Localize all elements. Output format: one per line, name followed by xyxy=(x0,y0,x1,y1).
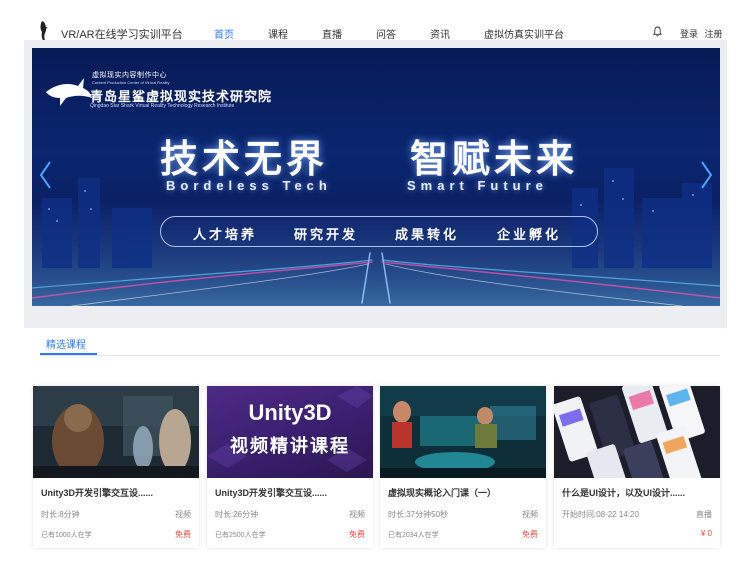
course-card[interactable]: Unity3D 视频精讲课程 Unity3D开发引擎交互设...... 时长:2… xyxy=(207,386,373,548)
nav-courses[interactable]: 课程 xyxy=(268,26,288,41)
bell-icon[interactable] xyxy=(653,26,662,37)
course-thumbnail xyxy=(33,386,199,478)
course-duration: 时长:37分钟50秒 xyxy=(388,510,449,519)
shark-brand-logo-icon xyxy=(46,78,92,106)
course-price: 免费 xyxy=(175,530,191,539)
auth-links: 登录 注册 xyxy=(680,27,727,40)
org-name-en: Qingdao Star Shark Virtual Reality Techn… xyxy=(90,103,235,109)
thumbnail-title: Unity3D xyxy=(248,400,332,425)
headline-right: 智赋未来 xyxy=(410,139,579,181)
register-link[interactable]: 注册 xyxy=(705,29,723,39)
subline-left: Bordeless Tech xyxy=(166,178,332,193)
hero-banner[interactable]: 虚拟现实内容制作中心 Content Production Center of … xyxy=(32,48,720,306)
course-learners: 已有2500人在学 xyxy=(215,532,266,539)
course-card[interactable]: 什么是UI设计，以及UI设计...... 开始时间:08-22 14:20 直播… xyxy=(554,386,720,548)
course-title[interactable]: Unity3D开发引擎交互设...... xyxy=(215,486,327,499)
pillar-transfer: 成果转化 xyxy=(395,227,460,242)
login-link[interactable]: 登录 xyxy=(680,29,698,39)
course-type: 视频 xyxy=(349,510,365,519)
subline-right: Smart Future xyxy=(407,178,548,193)
nav-virtual-training[interactable]: 虚拟仿真实训平台 xyxy=(484,26,564,41)
course-type: 直播 xyxy=(696,510,712,519)
pillar-talent: 人才培养 xyxy=(193,227,258,242)
pillars-pill: 人才培养 研究开发 成果转化 企业孵化 xyxy=(160,216,598,247)
course-title[interactable]: 什么是UI设计，以及UI设计...... xyxy=(562,486,685,499)
course-thumbnail xyxy=(380,386,546,478)
course-type: 视频 xyxy=(175,510,191,519)
org-cn-small: 虚拟现实内容制作中心 xyxy=(92,72,167,79)
course-card[interactable]: Unity3D开发引擎交互设...... 时长:8分钟 视频 已有1000人在学… xyxy=(33,386,199,548)
nav-home[interactable]: 首页 xyxy=(214,26,234,41)
org-en-small: Content Production Center of Virtual Rea… xyxy=(92,80,170,85)
course-thumbnail xyxy=(554,386,720,478)
nav-qa[interactable]: 问答 xyxy=(376,26,396,41)
course-start-time: 开始时间:08-22 14:20 xyxy=(562,510,639,519)
course-price: ¥ 0 xyxy=(700,529,712,538)
headline-left: 技术无界 xyxy=(160,139,329,181)
course-title[interactable]: Unity3D开发引擎交互设...... xyxy=(41,486,153,499)
pillar-research: 研究开发 xyxy=(294,227,359,242)
course-type: 视频 xyxy=(522,510,538,519)
course-duration: 时长:26分钟 xyxy=(215,510,259,519)
nav-news[interactable]: 资讯 xyxy=(430,26,450,41)
course-duration: 时长:8分钟 xyxy=(41,510,80,519)
tab-featured-courses[interactable]: 精选课程 xyxy=(46,336,86,351)
course-price: 免费 xyxy=(349,530,365,539)
course-title[interactable]: 虚拟现实概论入门课（一） xyxy=(388,486,496,499)
carousel-next-icon[interactable] xyxy=(700,160,714,190)
section-divider xyxy=(40,355,720,356)
course-thumbnail: Unity3D 视频精讲课程 xyxy=(207,386,373,478)
thumbnail-subtitle: 视频精讲课程 xyxy=(230,436,350,456)
carousel-prev-icon[interactable] xyxy=(38,160,52,190)
course-card[interactable]: 虚拟现实概论入门课（一） 时长:37分钟50秒 视频 已有2034人在学 免费 xyxy=(380,386,546,548)
course-price: 免费 xyxy=(522,530,538,539)
nav-live[interactable]: 直播 xyxy=(322,26,342,41)
pillar-incubation: 企业孵化 xyxy=(497,227,562,242)
course-learners: 已有2034人在学 xyxy=(388,532,439,539)
course-learners: 已有1000人在学 xyxy=(41,532,92,539)
